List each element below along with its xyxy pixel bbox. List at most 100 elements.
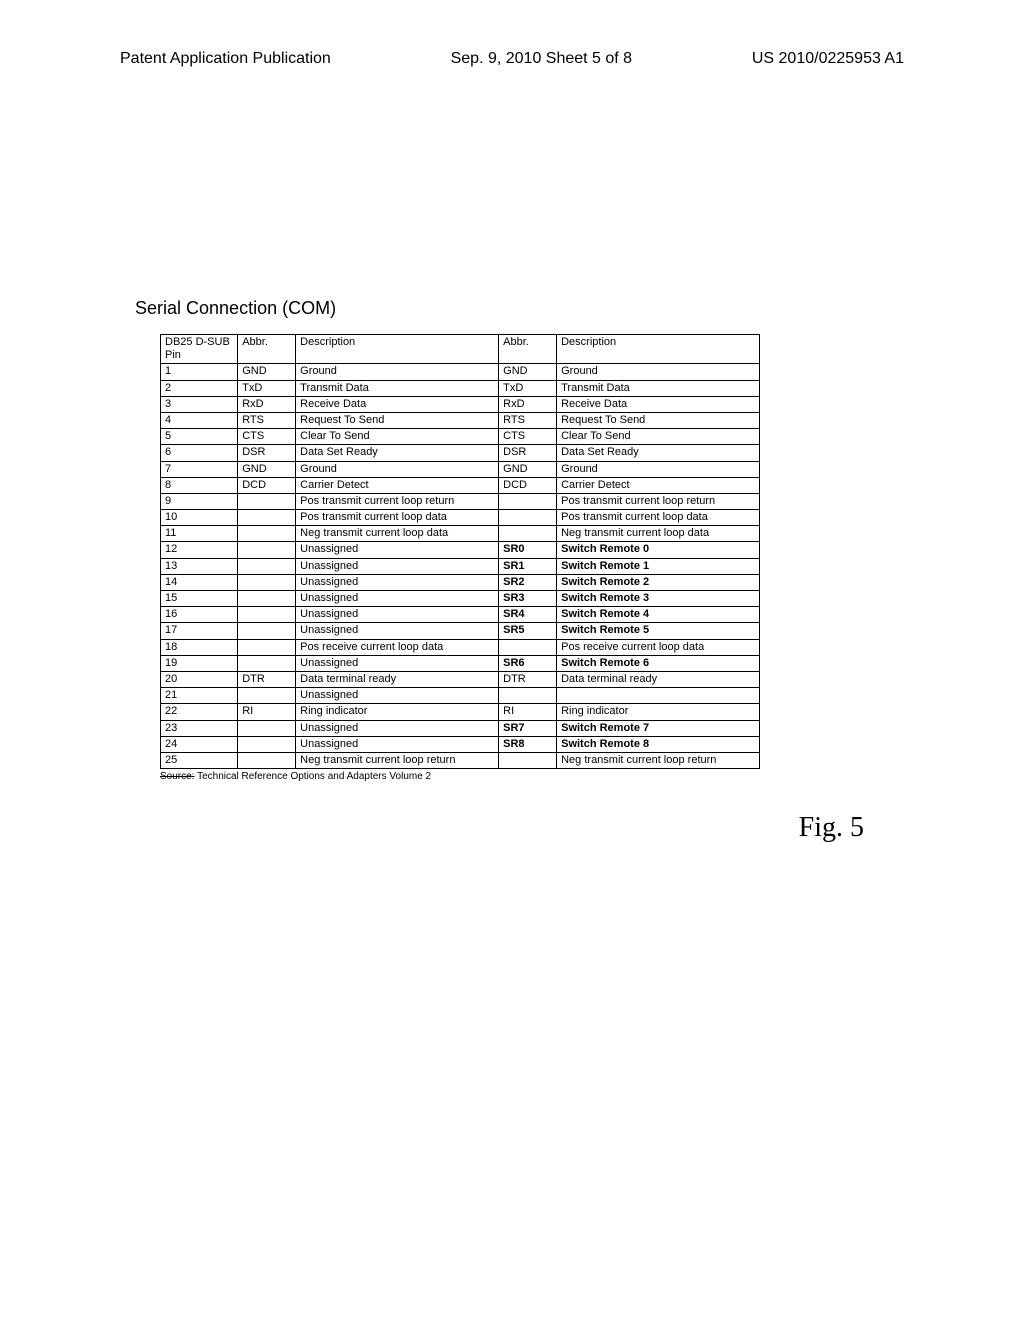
header-right: US 2010/0225953 A1 (752, 50, 904, 68)
table-row: 20DTRData terminal readyDTRData terminal… (161, 671, 760, 687)
table-cell: Switch Remote 3 (557, 591, 760, 607)
table-cell: RI (238, 704, 296, 720)
table-cell: RI (499, 704, 557, 720)
table-cell: Unassigned (296, 542, 499, 558)
table-cell (238, 655, 296, 671)
table-cell: 23 (161, 720, 238, 736)
table-row: 4RTSRequest To SendRTSRequest To Send (161, 412, 760, 428)
table-cell: TxD (499, 380, 557, 396)
table-cell: 25 (161, 752, 238, 768)
table-cell (238, 558, 296, 574)
table-cell: Receive Data (557, 396, 760, 412)
table-cell: SR3 (499, 591, 557, 607)
table-cell: DTR (499, 671, 557, 687)
table-row: 8DCDCarrier DetectDCDCarrier Detect (161, 477, 760, 493)
table-cell: Switch Remote 6 (557, 655, 760, 671)
table-cell: Unassigned (296, 574, 499, 590)
table-cell: Switch Remote 8 (557, 736, 760, 752)
table-cell: 19 (161, 655, 238, 671)
table-cell: Request To Send (296, 412, 499, 428)
table-cell: 16 (161, 607, 238, 623)
table-row: 19 UnassignedSR6Switch Remote 6 (161, 655, 760, 671)
table-cell: 10 (161, 510, 238, 526)
table-row: 12UnassignedSR0Switch Remote 0 (161, 542, 760, 558)
table-cell: Request To Send (557, 412, 760, 428)
table-cell: SR6 (499, 655, 557, 671)
table-cell: SR4 (499, 607, 557, 623)
table-row: 21Unassigned (161, 688, 760, 704)
table-cell (238, 752, 296, 768)
table-cell: 6 (161, 445, 238, 461)
table-cell: DCD (499, 477, 557, 493)
table-cell: RxD (499, 396, 557, 412)
table-cell: SR2 (499, 574, 557, 590)
table-cell (238, 736, 296, 752)
table-cell (238, 720, 296, 736)
table-row: 2TxDTransmit DataTxDTransmit Data (161, 380, 760, 396)
table-cell: Unassigned (296, 720, 499, 736)
table-cell: 12 (161, 542, 238, 558)
table-row: 17UnassignedSR5Switch Remote 5 (161, 623, 760, 639)
table-cell: Pos receive current loop data (296, 639, 499, 655)
table-row: 3RxDReceive DataRxDReceive Data (161, 396, 760, 412)
table-cell: Data terminal ready (557, 671, 760, 687)
table-cell: SR7 (499, 720, 557, 736)
table-cell (238, 526, 296, 542)
table-cell: Pos transmit current loop return (557, 493, 760, 509)
table-cell: 22 (161, 704, 238, 720)
table-cell: Transmit Data (296, 380, 499, 396)
table-row: 14UnassignedSR2Switch Remote 2 (161, 574, 760, 590)
table-cell: GND (238, 461, 296, 477)
table-cell: Pos transmit current loop data (557, 510, 760, 526)
table-cell: 18 (161, 639, 238, 655)
figure-label: Fig. 5 (120, 812, 864, 844)
table-cell: Switch Remote 5 (557, 623, 760, 639)
table-row: 23UnassignedSR7Switch Remote 7 (161, 720, 760, 736)
table-cell (499, 688, 557, 704)
pinout-table: DB25 D-SUB Pin Abbr. Description Abbr. D… (160, 334, 760, 769)
table-cell: 4 (161, 412, 238, 428)
table-cell: CTS (238, 429, 296, 445)
table-header-row: DB25 D-SUB Pin Abbr. Description Abbr. D… (161, 335, 760, 364)
table-cell: Clear To Send (296, 429, 499, 445)
table-cell: Pos receive current loop data (557, 639, 760, 655)
table-row: 7GNDGroundGNDGround (161, 461, 760, 477)
table-row: 22RIRing indicatorRIRing indicator (161, 704, 760, 720)
table-cell: 9 (161, 493, 238, 509)
table-cell (238, 542, 296, 558)
table-row: 6DSRData Set ReadyDSRData Set Ready (161, 445, 760, 461)
source-strike: Source: (160, 771, 194, 782)
table-cell: Neg transmit current loop return (557, 752, 760, 768)
table-row: 11Neg transmit current loop dataNeg tran… (161, 526, 760, 542)
table-cell: SR5 (499, 623, 557, 639)
col-abbr2: Abbr. (499, 335, 557, 364)
table-cell: Receive Data (296, 396, 499, 412)
table-cell: Ring indicator (296, 704, 499, 720)
table-cell (499, 493, 557, 509)
table-cell: Unassigned (296, 655, 499, 671)
table-cell (499, 752, 557, 768)
table-cell: 1 (161, 364, 238, 380)
table-cell: 7 (161, 461, 238, 477)
table-cell: 24 (161, 736, 238, 752)
table-row: 24UnassignedSR8Switch Remote 8 (161, 736, 760, 752)
table-row: 13UnassignedSR1Switch Remote 1 (161, 558, 760, 574)
page: Patent Application Publication Sep. 9, 2… (0, 0, 1024, 1320)
table-cell (499, 526, 557, 542)
table-cell: Pos transmit current loop return (296, 493, 499, 509)
table-cell: Switch Remote 0 (557, 542, 760, 558)
table-cell: Clear To Send (557, 429, 760, 445)
table-cell: Neg transmit current loop data (557, 526, 760, 542)
table-cell: Data Set Ready (557, 445, 760, 461)
table-cell: Unassigned (296, 736, 499, 752)
table-cell: 15 (161, 591, 238, 607)
table-cell: GND (499, 364, 557, 380)
table-cell: 13 (161, 558, 238, 574)
table-cell: Ground (296, 461, 499, 477)
table-row: 10Pos transmit current loop dataPos tran… (161, 510, 760, 526)
table-cell: CTS (499, 429, 557, 445)
table-cell (557, 688, 760, 704)
table-row: 15UnassignedSR3Switch Remote 3 (161, 591, 760, 607)
col-desc2: Description (557, 335, 760, 364)
table-cell: Unassigned (296, 607, 499, 623)
